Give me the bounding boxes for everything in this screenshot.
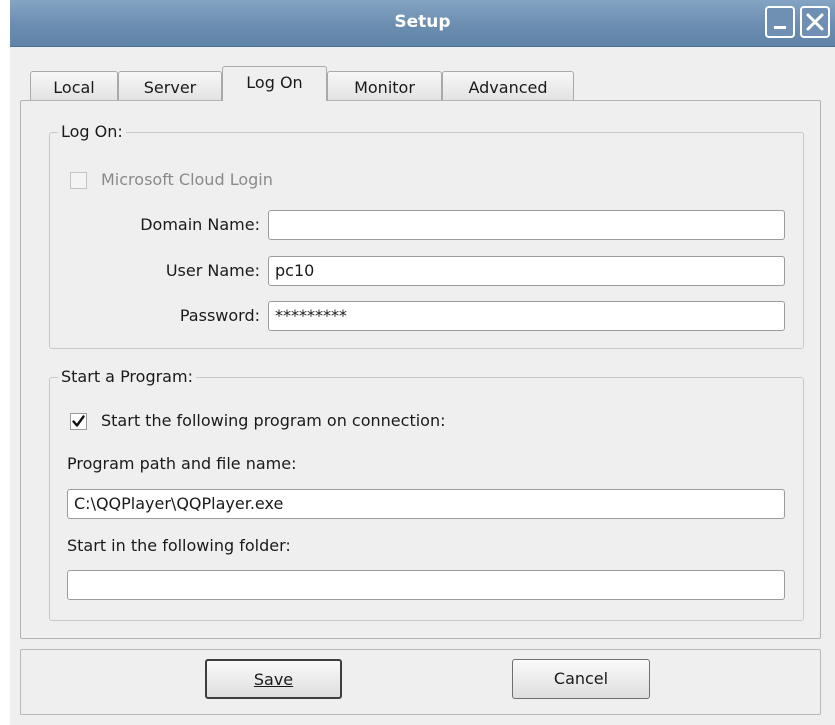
save-button-label: Save xyxy=(253,670,294,689)
user-name-label: User Name: xyxy=(165,261,260,280)
close-icon xyxy=(806,13,824,31)
title-bar[interactable]: Setup xyxy=(10,0,835,47)
minimize-button[interactable] xyxy=(765,6,795,38)
program-path-label: Program path and file name: xyxy=(67,454,297,473)
user-name-field[interactable]: pc10 xyxy=(268,256,785,286)
cancel-button[interactable]: Cancel xyxy=(512,659,650,699)
tab-advanced[interactable]: Advanced xyxy=(442,71,574,101)
start-folder-label: Start in the following folder: xyxy=(67,536,291,555)
tab-monitor[interactable]: Monitor xyxy=(327,71,442,101)
checkmark-icon xyxy=(72,415,85,427)
button-bar xyxy=(20,649,821,715)
program-path-field[interactable]: C:\QQPlayer\QQPlayer.exe xyxy=(67,489,785,519)
password-label: Password: xyxy=(179,306,260,325)
tab-local[interactable]: Local xyxy=(30,71,118,101)
start-folder-field[interactable] xyxy=(67,570,785,600)
tab-log-on[interactable]: Log On xyxy=(222,66,327,101)
domain-name-label: Domain Name: xyxy=(140,215,260,234)
minimize-icon xyxy=(774,26,786,29)
tab-server[interactable]: Server xyxy=(118,71,222,101)
cancel-button-label: Cancel xyxy=(553,669,609,688)
window-title: Setup xyxy=(394,12,451,32)
save-button[interactable]: Save xyxy=(205,659,342,699)
cloud-login-checkbox[interactable] xyxy=(70,172,87,189)
start-program-checkbox[interactable] xyxy=(70,413,87,430)
program-group-label: Start a Program: xyxy=(58,367,196,386)
password-field[interactable]: ********* xyxy=(268,301,785,331)
domain-name-field[interactable] xyxy=(268,210,785,240)
close-button[interactable] xyxy=(800,6,830,38)
start-program-label: Start the following program on connectio… xyxy=(101,411,446,430)
cloud-login-label: Microsoft Cloud Login xyxy=(101,170,273,189)
logon-group-label: Log On: xyxy=(58,122,126,141)
